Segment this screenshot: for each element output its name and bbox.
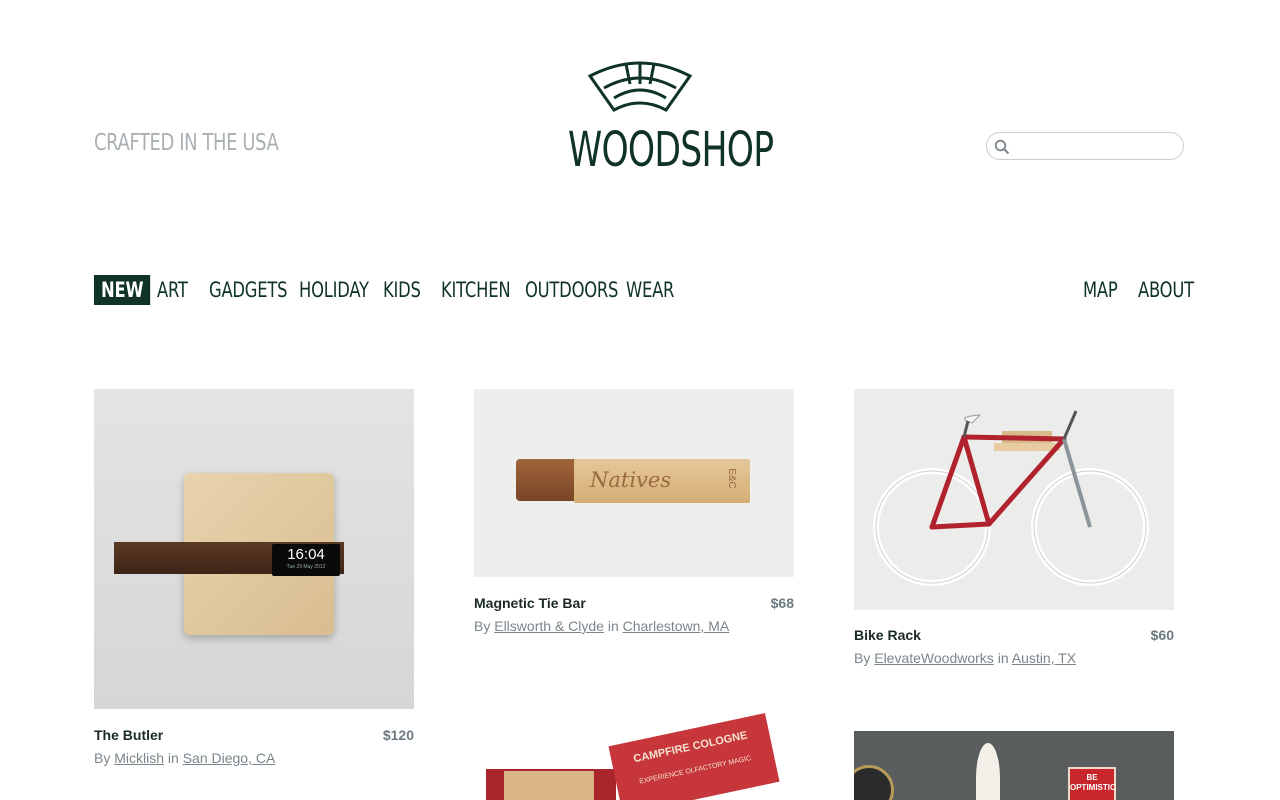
location-link[interactable]: Austin, TX [1012,650,1076,666]
product-image[interactable]: CAMPFIRE COLOGNE EXPERIENCE OLFACTORY MA… [474,711,794,800]
woodshop-logo-icon [588,61,692,112]
product-image[interactable] [854,389,1174,610]
product-image[interactable]: Natives E&C [474,389,794,577]
product-card-optimistic[interactable]: BE OPTIMISTIC [854,731,1174,800]
product-byline: By ElevateWoodworks in Austin, TX [854,650,1076,666]
product-card-campfire-cologne[interactable]: CAMPFIRE COLOGNE EXPERIENCE OLFACTORY MA… [474,711,794,800]
engraved-initials: E&C [726,468,738,489]
maker-link[interactable]: ElevateWoodworks [874,650,994,666]
product-name[interactable]: Magnetic Tie Bar [474,595,586,611]
search-icon [994,139,1010,155]
location-link[interactable]: Charlestown, MA [623,618,730,634]
badge-text: BE OPTIMISTIC [1070,773,1116,792]
product-byline: By Ellsworth & Clyde in Charlestown, MA [474,618,729,634]
product-image[interactable]: BE OPTIMISTIC [854,731,1174,800]
product-price: $60 [1150,627,1174,643]
nav-item-gadgets[interactable]: GADGETS [209,275,288,305]
byline-prefix: By [474,618,491,634]
search-input[interactable] [1013,136,1177,158]
site-tagline: CRAFTED IN THE USA [94,130,279,156]
cone-shape [976,743,1000,800]
maker-link[interactable]: Micklish [114,750,164,766]
brand-name: WOODSHOP [568,122,774,178]
wood-pieces-shape [504,771,594,800]
byline-prefix: By [854,650,871,666]
nav-item-outdoors[interactable]: OUTDOORS [525,275,618,305]
byline-in: in [997,650,1009,666]
clock-time: 16:04 [287,546,325,563]
byline-prefix: By [94,750,111,766]
product-card-tie-bar[interactable]: Natives E&C Magnetic Tie Bar $68 By Ells… [474,389,794,639]
product-price: $68 [770,595,794,611]
bicycle-illustration [873,410,1149,586]
nav-item-art[interactable]: ART [157,275,188,305]
maker-link[interactable]: Ellsworth & Clyde [494,618,604,634]
nav-item-kitchen[interactable]: KITCHEN [441,275,511,305]
category-nav: NEW ART GADGETS HOLIDAY KIDS KITCHEN OUT… [0,275,1280,305]
product-image[interactable]: 16:04 Tue 29 May 2012 [94,389,414,709]
product-name[interactable]: Bike Rack [854,627,921,643]
byline-in: in [607,618,619,634]
clock-face-shape [854,765,894,800]
engraved-text: Natives [590,468,672,492]
product-byline: By Micklish in San Diego, CA [94,750,275,766]
wood-bar-shape: Natives E&C [574,459,750,503]
location-link[interactable]: San Diego, CA [183,750,276,766]
nav-item-map[interactable]: MAP [1083,275,1118,305]
product-price: $120 [382,727,414,743]
nav-item-kids[interactable]: KIDS [383,275,421,305]
nav-item-about[interactable]: ABOUT [1138,275,1194,305]
clock-date: Tue 29 May 2012 [286,564,326,570]
product-name[interactable]: The Butler [94,727,163,743]
product-card-bike-rack[interactable]: Bike Rack $60 By ElevateWoodworks in Aus… [854,389,1174,679]
nav-item-new[interactable]: NEW [94,275,151,305]
box-lid-shape: CAMPFIRE COLOGNE EXPERIENCE OLFACTORY MA… [608,713,780,800]
byline-in: in [167,750,179,766]
search-box[interactable] [986,132,1184,160]
product-card-butler[interactable]: 16:04 Tue 29 May 2012 The Butler $120 By… [94,389,414,769]
nav-item-holiday[interactable]: HOLIDAY [299,275,369,305]
clock-screen: 16:04 Tue 29 May 2012 [272,544,340,576]
site-logo[interactable]: WOODSHOP [540,60,774,178]
nav-item-wear[interactable]: WEAR [626,275,674,305]
badge-shape: BE OPTIMISTIC [1068,767,1116,800]
